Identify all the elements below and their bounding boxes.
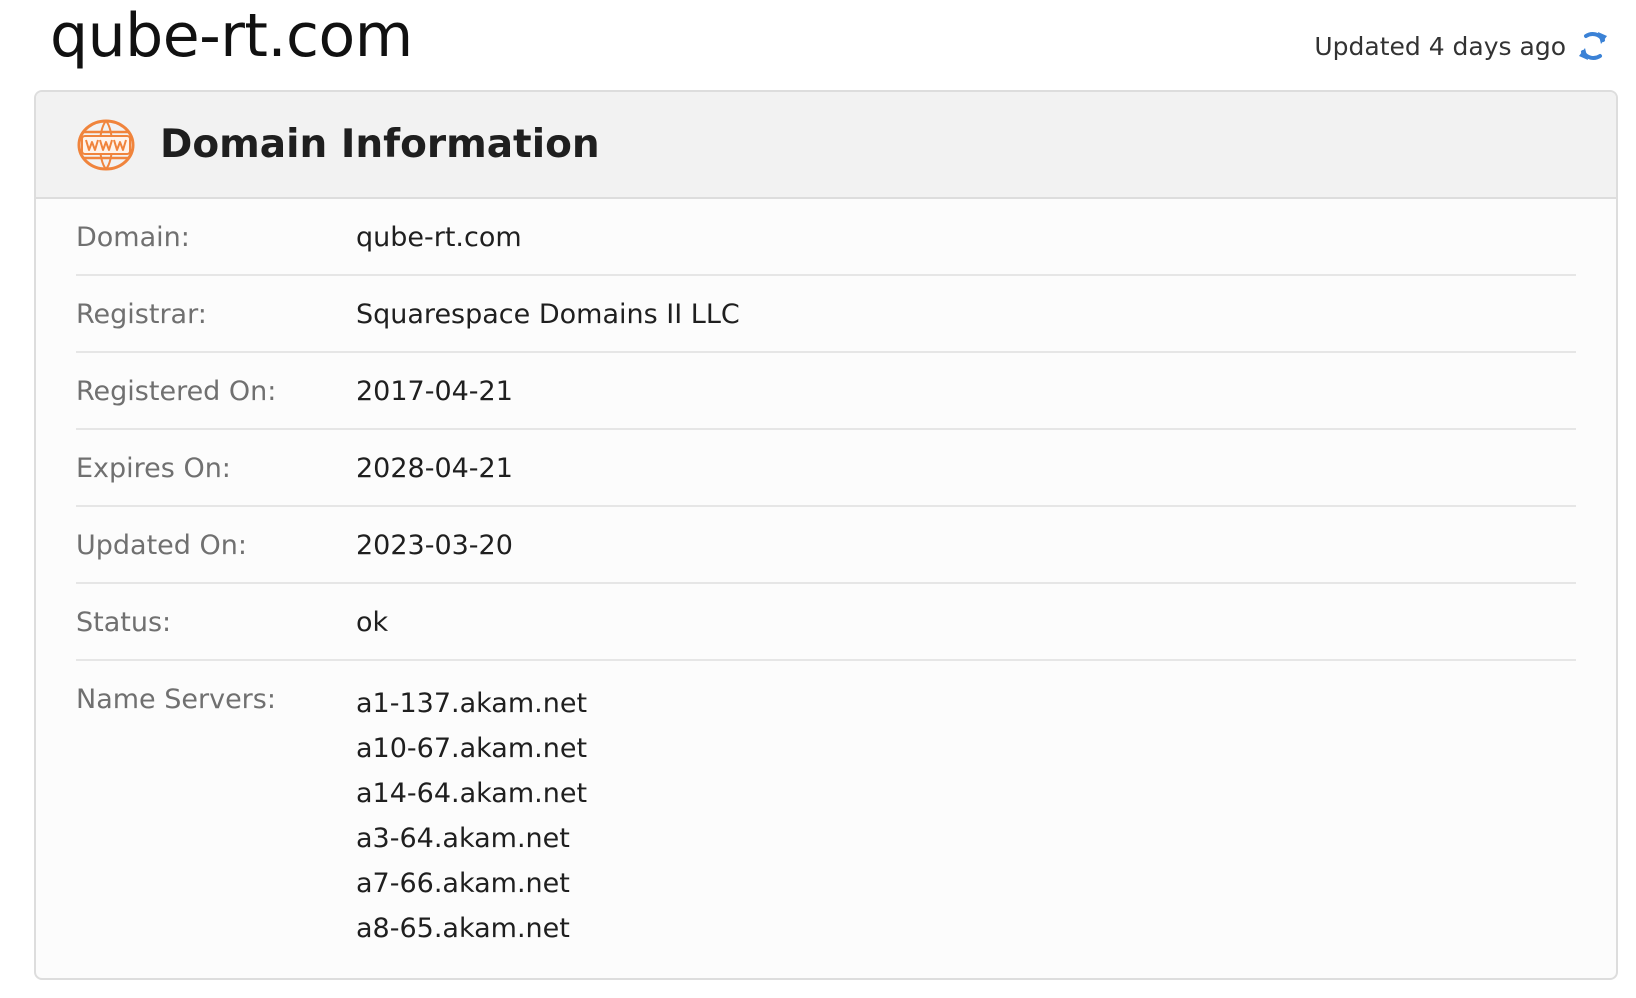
row-value: ok — [356, 607, 389, 638]
row-value: 2028-04-21 — [356, 453, 513, 484]
row-expires-on: Expires On: 2028-04-21 — [76, 430, 1576, 507]
name-server-list: a1-137.akam.net a10-67.akam.net a14-64.a… — [356, 661, 587, 951]
row-value: qube-rt.com — [356, 222, 522, 253]
row-status: Status: ok — [76, 584, 1576, 661]
info-rows: Domain: qube-rt.com Registrar: Squarespa… — [36, 199, 1616, 951]
row-value: 2017-04-21 — [356, 376, 513, 407]
name-server-item: a8-65.akam.net — [356, 913, 570, 944]
name-server-item: a1-137.akam.net — [356, 688, 588, 719]
card-title: Domain Information — [160, 122, 600, 167]
row-label: Updated On: — [76, 530, 247, 561]
row-label: Name Servers: — [76, 684, 276, 715]
row-domain: Domain: qube-rt.com — [76, 199, 1576, 276]
row-value: Squarespace Domains II LLC — [356, 299, 740, 330]
row-label: Status: — [76, 607, 172, 638]
update-status: Updated 4 days ago — [1314, 26, 1610, 66]
name-server-item: a3-64.akam.net — [356, 823, 570, 854]
page-title: qube-rt.com — [50, 1, 413, 71]
row-name-servers: Name Servers: a1-137.akam.net a10-67.aka… — [76, 661, 1576, 951]
row-registered-on: Registered On: 2017-04-21 — [76, 353, 1576, 430]
row-label: Registered On: — [76, 376, 277, 407]
row-label: Expires On: — [76, 453, 231, 484]
row-registrar: Registrar: Squarespace Domains II LLC — [76, 276, 1576, 353]
row-label: Domain: — [76, 222, 190, 253]
name-server-item: a7-66.akam.net — [356, 868, 570, 899]
name-server-item: a10-67.akam.net — [356, 733, 588, 764]
row-value: 2023-03-20 — [356, 530, 513, 561]
updated-text: Updated 4 days ago — [1314, 31, 1566, 61]
row-label: Registrar: — [76, 299, 207, 330]
row-updated-on: Updated On: 2023-03-20 — [76, 507, 1576, 584]
www-globe-icon — [76, 118, 136, 172]
name-server-item: a14-64.akam.net — [356, 778, 588, 809]
card-header: Domain Information — [36, 92, 1616, 199]
domain-information-card: Domain Information Domain: qube-rt.com R… — [34, 90, 1618, 980]
refresh-icon[interactable] — [1576, 26, 1610, 66]
